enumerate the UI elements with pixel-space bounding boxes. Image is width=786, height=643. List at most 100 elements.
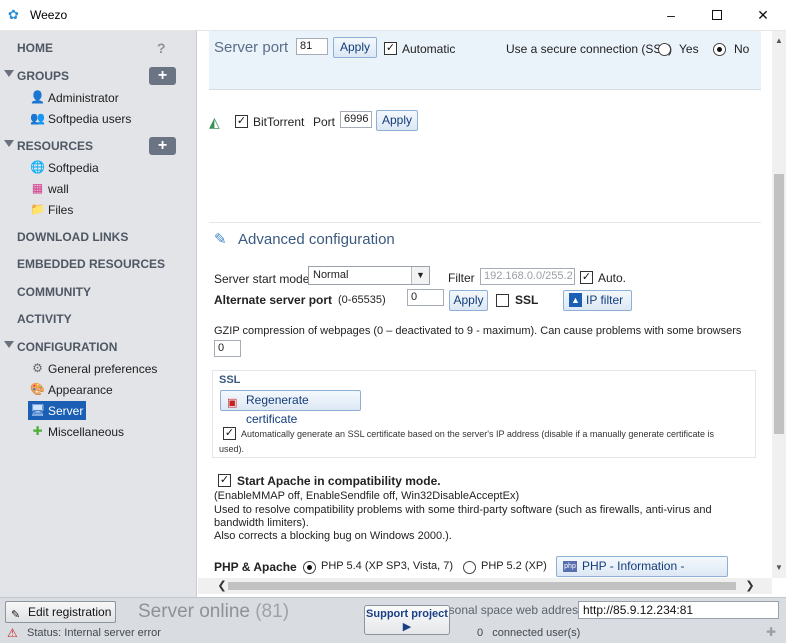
ssl-section-title: SSL [219,374,241,386]
alternate-port-label: Alternate server port [214,293,333,307]
php-apache-label: PHP & Apache [214,560,297,574]
edit-registration-button[interactable]: ✎ Edit registration [5,601,116,623]
php54-radio[interactable] [303,561,316,574]
sidebar-item-label: Server [48,404,84,418]
server-port-label: Server port [214,39,289,56]
server-port-input[interactable]: 81 [296,38,328,55]
collapse-triangle-icon[interactable] [4,341,14,348]
automatic-checkbox[interactable]: ✓ [384,42,397,55]
ip-filter-button[interactable]: ▲ IP filter [563,290,632,311]
bittorrent-label: BitTorrent [253,115,305,129]
scroll-right-icon[interactable]: ❯ [742,578,758,594]
gzip-label: GZIP compression of webpages (0 – deacti… [214,325,742,337]
preferences-icon: ⚙ [32,361,43,375]
palette-icon: 🎨 [30,382,45,396]
ssl-yes-label: Yes [679,42,699,56]
auto-label: Auto. [598,271,627,285]
collapse-triangle-icon[interactable] [4,70,14,77]
sidebar-item-softpedia-users[interactable]: 👥 Softpedia users [28,109,131,128]
advanced-configuration-icon: ✎ [214,231,227,248]
apply-alternate-port-button[interactable]: Apply [449,290,488,311]
gzip-input[interactable]: 0 [214,340,241,357]
nav-home[interactable]: HOME [17,41,53,55]
nav-section-configuration[interactable]: CONFIGURATION [0,338,197,358]
bittorrent-icon: ◭ [209,114,220,130]
horizontal-scrollbar[interactable]: ❮ ❯ [198,578,772,594]
ssl-yes-radio[interactable] [658,43,671,56]
server-port-panel: Server port 81 Apply ✓ Automatic Use a s… [209,31,761,90]
sidebar-item-label: Softpedia users [48,112,132,126]
apply-port-button[interactable]: Apply [333,37,377,58]
sidebar-item-label: Softpedia [48,161,99,175]
add-resource-button[interactable]: + [149,137,176,155]
sidebar-item-administrator[interactable]: 👤 Administrator [28,88,119,107]
vertical-scrollbar[interactable]: ▲ ▼ [772,31,786,578]
connected-users-label: connected user(s) [492,627,581,639]
apache-note-4: Also corrects a blocking bug on Windows … [214,530,452,542]
nav-download-links[interactable]: DOWNLOAD LINKS [17,230,128,244]
web-address-label: Personal space web address [430,603,585,617]
close-icon: ✕ [757,7,769,23]
phpinfo-label: PHP - Information - phpinfo() [582,559,685,573]
sidebar-item-miscellaneous[interactable]: ✚ Miscellaneous [28,422,124,441]
php52-radio[interactable] [463,561,476,574]
sidebar-item-label: wall [48,182,69,196]
start-mode-select[interactable]: Normal ▼ [308,266,430,285]
status-bar: ✎ Edit registration Server online (81) P… [0,597,786,643]
regenerate-certificate-button[interactable]: ▣ Regenerate certificate [220,390,361,426]
auto-generate-ssl-label-cont: used). [219,444,245,454]
sidebar-item-server[interactable]: 🖥 Server [28,401,86,420]
chevron-down-icon: ▼ [411,267,429,284]
advanced-configuration-title: Advanced configuration [238,231,395,248]
add-group-button[interactable]: + [149,67,176,85]
nav-section-resources[interactable]: RESOURCES + [0,137,197,157]
auto-checkbox[interactable]: ✓ [580,271,593,284]
sidebar-item-label: Administrator [48,91,119,105]
sidebar-item-general-preferences[interactable]: ⚙ General preferences [28,359,157,378]
phpinfo-button[interactable]: php PHP - Information - phpinfo() [556,556,728,577]
web-address-field[interactable]: http://85.9.12.234:81 [578,601,779,619]
play-icon: ▶ [402,621,412,633]
minimize-button[interactable]: – [648,0,694,31]
sidebar-item-files[interactable]: 📁 Files [28,200,73,219]
bittorrent-checkbox[interactable]: ✓ [235,115,248,128]
regenerate-certificate-label: Regenerate certificate [246,393,309,426]
nav-embedded-resources[interactable]: EMBEDDED RESOURCES [17,257,165,271]
alternate-port-input[interactable]: 0 [407,289,444,306]
server-online-count: (81) [255,601,290,622]
bittorrent-port-label: Port [313,115,336,129]
help-icon[interactable]: ? [157,40,166,56]
resize-grip-icon[interactable]: ✚ [766,625,776,639]
ssl-checkbox-label: SSL [515,293,539,307]
collapse-triangle-icon[interactable] [4,140,14,147]
puzzle-icon: ✚ [32,424,43,438]
nav-activity[interactable]: ACTIVITY [17,312,72,326]
ssl-no-radio[interactable] [713,43,726,56]
close-button[interactable]: ✕ [740,0,786,31]
nav-resources-label: RESOURCES [17,139,94,153]
start-mode-label: Server start mode [214,272,310,286]
ssl-checkbox[interactable] [496,294,509,307]
auto-generate-ssl-checkbox[interactable]: ✓ [223,427,236,440]
scroll-thumb[interactable] [774,174,784,434]
apache-compat-checkbox[interactable]: ✓ [218,474,231,487]
scroll-down-icon[interactable]: ▼ [772,561,786,575]
scroll-up-icon[interactable]: ▲ [772,34,786,48]
ssl-section: SSL ▣ Regenerate certificate ✓ Automatic… [212,370,756,458]
nav-section-groups[interactable]: GROUPS + [0,67,197,87]
sidebar-item-label: Miscellaneous [48,425,125,439]
bittorrent-port-input[interactable]: 6996 [340,111,372,128]
nav-community[interactable]: COMMUNITY [17,285,91,299]
wall-icon: ▦ [31,181,44,195]
ip-filter-label: IP filter [586,293,624,307]
maximize-button[interactable] [694,0,740,31]
sidebar-item-wall[interactable]: ▦ wall [28,179,69,198]
sidebar-item-appearance[interactable]: 🎨 Appearance [28,380,113,399]
scroll-thumb[interactable] [228,582,736,590]
ssl-no-label: No [734,42,750,56]
support-project-button[interactable]: Support project ▶ [364,605,450,635]
sidebar-item-softpedia[interactable]: 🌐 Softpedia [28,158,99,177]
apply-bittorrent-button[interactable]: Apply [376,110,418,131]
filter-input[interactable]: 192.168.0.0/255.2 [480,268,575,285]
php54-label: PHP 5.4 (XP SP3, Vista, 7) [321,560,454,572]
